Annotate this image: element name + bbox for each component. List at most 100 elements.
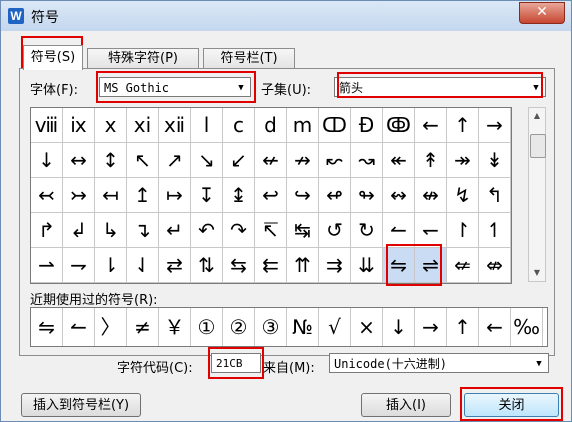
symbol-cell[interactable]: ↡ <box>479 143 511 178</box>
symbol-cell[interactable]: ↱ <box>31 213 63 248</box>
symbol-cell[interactable]: ↧ <box>191 178 223 213</box>
symbol-cell[interactable]: ↼ <box>383 213 415 248</box>
scroll-up-icon[interactable]: ▲ <box>529 108 545 124</box>
font-select[interactable]: MS Gothic ▼ <box>99 77 251 97</box>
symbol-cell[interactable]: ↸ <box>255 213 287 248</box>
symbol-cell[interactable]: ↪ <box>287 178 319 213</box>
symbol-cell[interactable]: Ɖ <box>351 108 383 143</box>
symbol-cell[interactable]: ⇉ <box>319 248 351 283</box>
symbol-cell[interactable]: ↭ <box>383 178 415 213</box>
symbol-cell[interactable]: ↻ <box>351 213 383 248</box>
symbol-cell[interactable]: ↢ <box>31 178 63 213</box>
symbol-cell[interactable]: d <box>255 108 287 143</box>
recent-symbol-cell[interactable]: ① <box>191 308 223 346</box>
close-button[interactable]: 关闭 <box>464 393 559 417</box>
tab-symbol-bar[interactable]: 符号栏(T) <box>203 48 295 69</box>
recent-symbol-cell[interactable]: → <box>415 308 447 346</box>
symbol-cell[interactable]: ⇍ <box>447 248 479 283</box>
symbol-cell[interactable]: ↀ <box>319 108 351 143</box>
recent-symbol-cell[interactable]: ↑ <box>447 308 479 346</box>
recent-symbol-cell[interactable]: √ <box>319 308 351 346</box>
symbol-cell[interactable]: ⅹⅰ <box>127 108 159 143</box>
scrollbar-thumb[interactable] <box>530 134 546 158</box>
symbol-cell[interactable]: ↘ <box>191 143 223 178</box>
symbol-cell[interactable]: ⇄ <box>159 248 191 283</box>
symbol-cell[interactable]: ⅹⅱ <box>159 108 191 143</box>
symbol-cell[interactable]: ↮ <box>415 178 447 213</box>
symbol-cell[interactable]: ↚ <box>255 143 287 178</box>
symbol-cell[interactable]: ↂ <box>383 108 415 143</box>
tab-symbols[interactable]: 符号(S) <box>23 45 83 70</box>
symbol-cell[interactable]: ↙ <box>223 143 255 178</box>
recent-symbol-cell[interactable]: ② <box>223 308 255 346</box>
symbol-cell[interactable]: ↗ <box>159 143 191 178</box>
symbol-cell[interactable]: ⇊ <box>351 248 383 283</box>
recent-symbol-cell[interactable]: ↓ <box>383 308 415 346</box>
symbol-cell[interactable]: ⅸ <box>63 108 95 143</box>
chevron-down-icon[interactable]: ▼ <box>234 78 248 98</box>
title-bar[interactable]: W 符号 ✕ <box>1 1 571 31</box>
symbol-cell[interactable]: ↜ <box>319 143 351 178</box>
recent-symbol-cell[interactable]: ￥ <box>159 308 191 346</box>
symbol-cell[interactable]: ↶ <box>191 213 223 248</box>
recent-symbol-cell[interactable]: ≠ <box>127 308 159 346</box>
symbol-cell[interactable]: ↬ <box>351 178 383 213</box>
symbol-cell[interactable]: ↖ <box>127 143 159 178</box>
tab-special-chars[interactable]: 特殊字符(P) <box>87 48 199 69</box>
symbol-cell[interactable]: ↦ <box>159 178 191 213</box>
recent-symbol-cell[interactable]: 〉 <box>95 308 127 346</box>
symbol-cell[interactable]: ← <box>415 108 447 143</box>
symbol-cell[interactable]: ↤ <box>95 178 127 213</box>
symbol-cell[interactable]: ↕ <box>95 143 127 178</box>
char-code-field[interactable]: 21CB <box>211 353 261 373</box>
recent-symbol-cell[interactable]: ‰ <box>511 308 543 346</box>
symbol-cell[interactable]: ⇆ <box>223 248 255 283</box>
symbol-cell[interactable]: ↵ <box>159 213 191 248</box>
chevron-down-icon[interactable]: ▼ <box>529 78 543 98</box>
symbol-cell[interactable]: ⇁ <box>63 248 95 283</box>
symbol-cell[interactable]: ⇅ <box>191 248 223 283</box>
symbol-cell[interactable]: x <box>95 108 127 143</box>
symbol-cell[interactable]: ⇃ <box>127 248 159 283</box>
symbol-cell[interactable]: ⇂ <box>95 248 127 283</box>
symbol-cell[interactable]: ↹ <box>287 213 319 248</box>
symbol-cell[interactable]: ↷ <box>223 213 255 248</box>
symbol-cell[interactable]: ⇀ <box>31 248 63 283</box>
symbol-cell[interactable]: ⇋ <box>383 248 415 283</box>
symbol-cell[interactable]: ↿ <box>479 213 511 248</box>
insert-to-symbol-bar-button[interactable]: 插入到符号栏(Y) <box>21 393 141 417</box>
symbol-cell[interactable]: ↟ <box>415 143 447 178</box>
recent-symbol-cell[interactable]: ← <box>479 308 511 346</box>
chevron-down-icon[interactable]: ▼ <box>532 354 546 374</box>
symbol-cell[interactable]: ↳ <box>95 213 127 248</box>
symbol-cell[interactable]: ↲ <box>63 213 95 248</box>
recent-symbol-cell[interactable]: × <box>351 308 383 346</box>
symbol-cell[interactable]: ↞ <box>383 143 415 178</box>
symbol-cell[interactable]: ↴ <box>127 213 159 248</box>
symbol-cell[interactable]: ↫ <box>319 178 351 213</box>
recent-symbol-cell[interactable]: ③ <box>255 308 287 346</box>
subset-select[interactable]: 箭头 ▼ <box>334 77 546 97</box>
symbol-cell[interactable]: ↑ <box>447 108 479 143</box>
symbol-cell[interactable]: m <box>287 108 319 143</box>
recent-symbol-cell[interactable]: ⇋ <box>31 308 63 346</box>
symbol-cell[interactable]: ↰ <box>479 178 511 213</box>
symbol-cell[interactable]: ⇇ <box>255 248 287 283</box>
scroll-down-icon[interactable]: ▼ <box>529 265 545 281</box>
from-select[interactable]: Unicode(十六进制) ▼ <box>329 353 549 373</box>
recent-symbol-cell[interactable]: № <box>287 308 319 346</box>
symbol-cell[interactable]: ↽ <box>415 213 447 248</box>
insert-button[interactable]: 插入(I) <box>361 393 451 417</box>
symbol-cell[interactable]: ⇎ <box>479 248 511 283</box>
recent-symbol-cell[interactable]: ↼ <box>63 308 95 346</box>
symbol-cell[interactable]: ↓ <box>31 143 63 178</box>
symbol-cell[interactable]: ⅷ <box>31 108 63 143</box>
symbol-cell[interactable]: → <box>479 108 511 143</box>
symbol-cell[interactable]: ↾ <box>447 213 479 248</box>
symbol-cell[interactable]: c <box>223 108 255 143</box>
symbol-cell[interactable]: ⇌ <box>415 248 447 283</box>
symbol-cell[interactable]: ↨ <box>223 178 255 213</box>
symbol-cell[interactable]: ⇈ <box>287 248 319 283</box>
symbol-cell[interactable]: l <box>191 108 223 143</box>
symbol-cell[interactable]: ↣ <box>63 178 95 213</box>
